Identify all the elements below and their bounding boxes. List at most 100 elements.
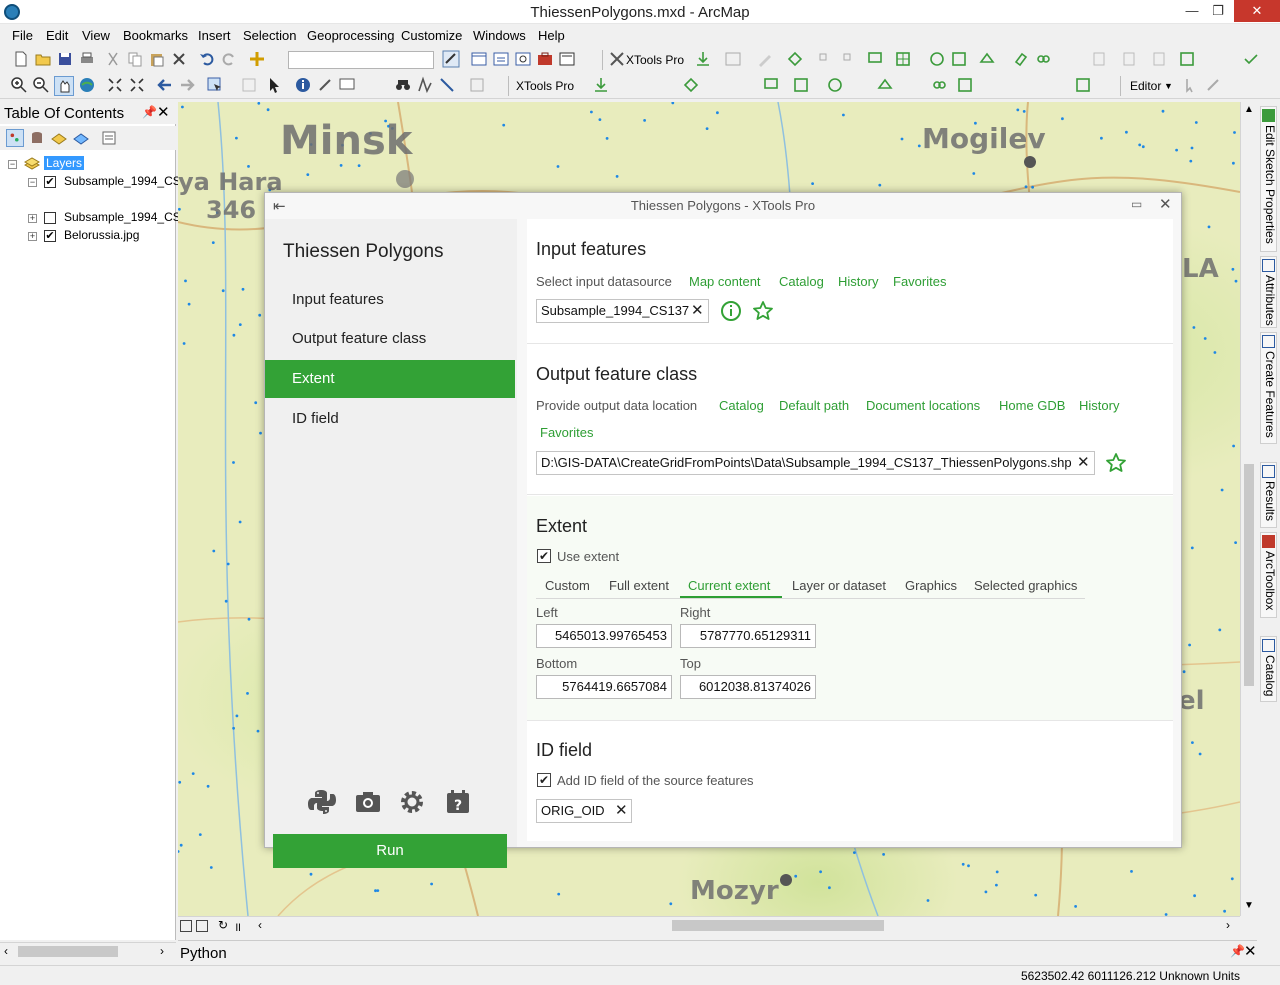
edit-tool-icon[interactable]	[1182, 76, 1202, 96]
go-to-xy-icon[interactable]	[438, 76, 458, 96]
left-input[interactable]: 5465013.99765453	[536, 624, 672, 648]
xtools-pro-menu[interactable]: XTools Pro	[516, 79, 574, 93]
run-button[interactable]: Run	[273, 834, 507, 868]
xtools-link-icon[interactable]	[1034, 50, 1054, 70]
select-elements-icon[interactable]	[266, 76, 286, 96]
screenshot-icon[interactable]	[353, 787, 383, 817]
open-icon[interactable]	[34, 50, 54, 70]
tab-results[interactable]: Results	[1260, 462, 1277, 528]
top-input[interactable]: 6012038.81374026	[680, 675, 816, 699]
help-icon[interactable]: ?	[443, 787, 473, 817]
edit-annotation-icon[interactable]	[1204, 76, 1224, 96]
xtools-callout-icon[interactable]	[866, 50, 886, 70]
scroll-thumb[interactable]	[1244, 464, 1254, 686]
xtools-info-icon[interactable]	[928, 50, 948, 70]
arctoolbox-icon[interactable]	[536, 50, 556, 70]
minimize-button[interactable]: —	[1178, 0, 1206, 22]
pan-icon[interactable]	[54, 76, 74, 96]
xtools-download-icon[interactable]	[694, 50, 714, 70]
list-by-selection-icon[interactable]	[72, 129, 90, 147]
xtools-doc2-icon[interactable]	[1120, 50, 1140, 70]
forward-extent-icon[interactable]	[178, 76, 198, 96]
link-default-path[interactable]: Default path	[779, 398, 849, 413]
xtools-polygon2-icon[interactable]	[682, 76, 702, 96]
dialog-maximize-icon[interactable]: ▭	[1131, 197, 1142, 211]
xtools-layers-icon[interactable]	[950, 50, 970, 70]
xtools-table-icon[interactable]	[724, 50, 744, 70]
table-of-contents-icon[interactable]	[470, 50, 490, 70]
full-extent-icon[interactable]	[78, 76, 98, 96]
xtools-tool-icon[interactable]	[816, 50, 836, 70]
time-slider-icon[interactable]	[468, 76, 488, 96]
menu-edit[interactable]: Edit	[46, 28, 68, 43]
scroll-right-icon[interactable]: ›	[160, 944, 164, 958]
menu-file[interactable]: File	[12, 28, 33, 43]
link-map-content[interactable]: Map content	[689, 274, 761, 289]
layer-visibility-checkbox[interactable]	[44, 212, 56, 224]
xtools-download2-icon[interactable]	[592, 76, 612, 96]
scroll-left-icon[interactable]: ‹	[4, 944, 8, 958]
list-by-drawing-order-icon[interactable]	[6, 129, 24, 147]
xtools-check2-icon[interactable]	[1074, 76, 1094, 96]
link-catalog[interactable]: Catalog	[779, 274, 824, 289]
favorite-star-icon[interactable]	[1105, 452, 1127, 474]
menu-geoprocessing[interactable]: Geoprocessing	[307, 28, 394, 43]
pin-icon[interactable]: 📌	[142, 105, 157, 119]
tab-attributes[interactable]: Attributes	[1260, 256, 1277, 328]
tab-graphics[interactable]: Graphics	[905, 578, 957, 593]
xtools-grid2-icon[interactable]	[792, 76, 812, 96]
find-route-icon[interactable]	[416, 76, 436, 96]
xtools-doc3-icon[interactable]	[1150, 50, 1170, 70]
tab-custom[interactable]: Custom	[545, 578, 590, 593]
scroll-right-icon[interactable]: ›	[1226, 918, 1230, 932]
tab-layer-or-dataset[interactable]: Layer or dataset	[792, 578, 886, 593]
refresh-icon[interactable]: ↻	[218, 918, 228, 932]
link-history[interactable]: History	[1079, 398, 1119, 413]
menu-windows[interactable]: Windows	[473, 28, 526, 43]
clear-selection-icon[interactable]	[240, 76, 260, 96]
map-scale-combo[interactable]	[288, 51, 434, 69]
menu-view[interactable]: View	[82, 28, 110, 43]
python-window-bar[interactable]: Python 📌 ✕	[178, 940, 1257, 964]
xtools-erase-icon[interactable]	[1012, 50, 1032, 70]
tab-selected-graphics[interactable]: Selected graphics	[974, 578, 1077, 593]
scroll-up-icon[interactable]: ▲	[1244, 104, 1254, 115]
tab-current-extent[interactable]: Current extent	[688, 578, 770, 593]
xtools-polygon-icon[interactable]	[786, 50, 806, 70]
xtools-tool2-icon[interactable]	[840, 50, 860, 70]
menu-insert[interactable]: Insert	[198, 28, 231, 43]
link-favorites[interactable]: Favorites	[893, 274, 946, 289]
layer-visibility-checkbox[interactable]: ✔	[44, 176, 56, 188]
menu-help[interactable]: Help	[538, 28, 565, 43]
pin-icon[interactable]: 📌	[1230, 944, 1245, 958]
toc-close-icon[interactable]: ✕	[157, 103, 170, 121]
find-icon[interactable]	[394, 76, 414, 96]
identify-icon[interactable]	[294, 76, 314, 96]
zoom-out-icon[interactable]	[32, 76, 52, 96]
editor-toolbar-icon[interactable]	[442, 50, 462, 70]
delete-icon[interactable]	[170, 50, 190, 70]
xtools-pro-toolbar-label[interactable]: XTools Pro	[626, 53, 684, 67]
xtools-grid-icon[interactable]	[894, 50, 914, 70]
search-window-icon[interactable]	[514, 50, 534, 70]
remove-input-icon[interactable]: ✕	[691, 300, 704, 322]
redo-icon[interactable]	[220, 50, 240, 70]
add-id-field-checkbox[interactable]: ✔	[537, 773, 551, 787]
xtools-shapes2-icon[interactable]	[876, 76, 896, 96]
scroll-down-icon[interactable]: ▼	[1244, 900, 1254, 911]
remove-id-field-icon[interactable]: ✕	[615, 800, 628, 822]
input-datasource-chip[interactable]: Subsample_1994_CS137 ✕	[536, 299, 709, 323]
dialog-close-icon[interactable]: ✕	[1159, 195, 1172, 213]
xtools-pencil-icon[interactable]	[756, 50, 776, 70]
tab-create-features[interactable]: Create Features	[1260, 332, 1277, 444]
paste-icon[interactable]	[148, 50, 168, 70]
xtools-extra-icon[interactable]	[1242, 50, 1262, 70]
back-extent-icon[interactable]	[156, 76, 176, 96]
xtools-doc-icon[interactable]	[1090, 50, 1110, 70]
tab-catalog[interactable]: Catalog	[1260, 636, 1277, 702]
xtools-check-icon[interactable]	[1178, 50, 1198, 70]
add-data-icon[interactable]	[248, 50, 268, 70]
nav-output-feature-class[interactable]: Output feature class	[265, 320, 515, 358]
xtools-info2-icon[interactable]	[826, 76, 846, 96]
toc-options-icon[interactable]	[100, 129, 118, 147]
